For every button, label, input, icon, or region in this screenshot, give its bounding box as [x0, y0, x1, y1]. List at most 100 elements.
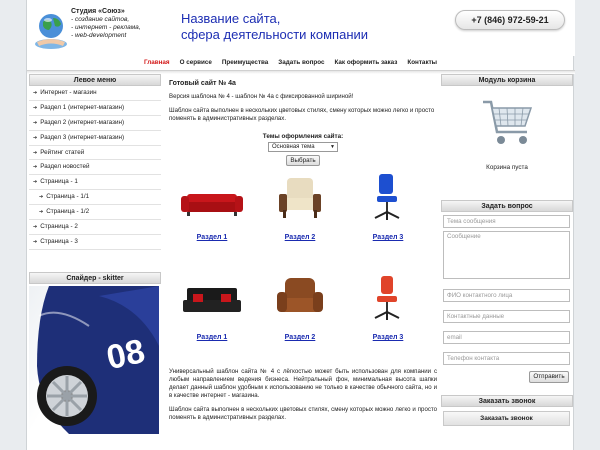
sidebar-item-label: Интернет - магазин — [40, 89, 97, 96]
cart-module: Корзина пуста — [441, 86, 573, 174]
content-title: Готовый сайт № 4а — [169, 80, 236, 87]
left-menu-title: Левое меню — [29, 74, 161, 86]
arrow-right-icon: ➔ — [33, 104, 38, 111]
sidebar-item[interactable]: ➔ Страница - 1 — [29, 175, 161, 191]
phone-number: +7 (846) 972-59-21 — [455, 10, 565, 30]
product-link[interactable]: Раздел 3 — [345, 234, 431, 241]
nav-advantages[interactable]: Преимущества — [217, 56, 273, 70]
sidebar-item[interactable]: ➔ Страница - 1/2 — [29, 205, 161, 221]
choose-theme-button[interactable]: Выбрать — [286, 155, 320, 166]
sidebar-item-label: Страница - 1/2 — [46, 208, 90, 216]
name-field[interactable]: ФИО контактного лица — [443, 289, 570, 302]
product-cell: Раздел 1 — [169, 172, 255, 241]
nav-about[interactable]: О сервисе — [175, 56, 217, 70]
arrow-right-icon: ➔ — [33, 134, 38, 141]
content-paragraph-1: Версия шаблона № 4 - шаблон № 4а с фикси… — [169, 93, 354, 100]
sidebar-item-label: Рейтинг статей — [40, 148, 85, 156]
sidebar-item[interactable]: ➔ Рейтинг статей — [29, 146, 161, 161]
cart-title: Модуль корзина — [441, 74, 573, 86]
email-field[interactable]: email — [443, 331, 570, 344]
phone-field[interactable]: Телефон контакта — [443, 352, 570, 365]
arrow-right-icon: ➔ — [39, 209, 44, 216]
nav-contacts[interactable]: Контакты — [402, 56, 442, 70]
slider-image[interactable]: 08 — [29, 285, 159, 434]
red-office-chair-icon[interactable] — [345, 272, 431, 326]
armchair-icon[interactable] — [257, 172, 343, 226]
arrow-right-icon: ➔ — [33, 179, 38, 186]
tagline-2: - интернет - реклама, — [71, 24, 141, 31]
product-cell: Раздел 1 — [169, 272, 255, 341]
theme-select[interactable]: Основная тема ▼ — [268, 142, 338, 152]
leather-armchair-icon[interactable] — [257, 272, 343, 326]
content-paragraph-4: Шаблон сайта выполнен в нескольких цвето… — [169, 406, 437, 421]
product-cell: Раздел 3 — [345, 272, 431, 341]
left-column: Левое меню ➔ Интернет - магазин ➔ Раздел 1 … — [29, 74, 161, 434]
send-button[interactable]: Отправить — [529, 371, 569, 383]
product-grid: Раздел 1 Раздел 2 Раздел 3 Раздел 1 Разд… — [169, 172, 437, 368]
main-content: Готовый сайт № 4а Версия шаблона № 4 - ш… — [169, 76, 437, 422]
arrow-right-icon: ➔ — [33, 119, 38, 126]
site-title-line-2: сфера деятельности компании — [181, 27, 369, 42]
product-link[interactable]: Раздел 1 — [169, 334, 255, 341]
red-sofa-icon[interactable] — [169, 172, 255, 226]
site-title: Название сайта, сфера деятельности компа… — [181, 11, 368, 43]
product-cell: Раздел 2 — [257, 172, 343, 241]
sidebar-item[interactable]: ➔ Раздел 1 (интернет-магазин) — [29, 101, 161, 116]
arrow-right-icon: ➔ — [33, 90, 38, 96]
svg-text:08: 08 — [103, 332, 148, 377]
arrow-right-icon: ➔ — [33, 149, 38, 156]
arrow-right-icon: ➔ — [33, 164, 38, 171]
sidebar-item-label: Раздел 2 (интернет-магазин) — [40, 118, 125, 126]
blue-office-chair-icon[interactable] — [345, 172, 431, 226]
sidebar-item-label: Страница - 3 — [40, 237, 78, 245]
arrow-right-icon: ➔ — [33, 238, 38, 245]
sidebar-item-label: Страница - 1/1 — [46, 193, 90, 201]
tagline-3: - web-development — [71, 32, 127, 39]
sidebar-item[interactable]: ➔ Страница - 3 — [29, 235, 161, 250]
product-cell: Раздел 2 — [257, 272, 343, 341]
message-field[interactable]: Сообщение — [443, 231, 570, 279]
product-link[interactable]: Раздел 2 — [257, 234, 343, 241]
product-cell: Раздел 3 — [345, 172, 431, 241]
product-link[interactable]: Раздел 3 — [345, 334, 431, 341]
right-column: Модуль корзина Корзина пуста Задать вопр… — [441, 74, 573, 426]
sidebar-item-label: Раздел 3 (интернет-магазин) — [40, 133, 125, 141]
call-title: Заказать звонок — [441, 395, 573, 407]
left-menu: ➔ Интернет - магазин ➔ Раздел 1 (интернет-м… — [29, 86, 161, 250]
arrow-right-icon: ➔ — [33, 224, 38, 231]
nav-ask-question[interactable]: Задать вопрос — [273, 56, 329, 70]
nav-home[interactable]: Главная — [139, 56, 175, 70]
theme-select-value: Основная тема — [272, 144, 315, 150]
sidebar-item[interactable]: ➔ Страница - 2 — [29, 220, 161, 235]
product-link[interactable]: Раздел 1 — [169, 234, 255, 241]
sidebar-item-label: Страница - 2 — [40, 223, 78, 231]
contacts-field[interactable]: Контактные данные — [443, 310, 570, 323]
black-sofa-icon[interactable] — [169, 272, 255, 326]
sidebar-item[interactable]: ➔ Раздел 2 (интернет-магазин) — [29, 116, 161, 131]
sidebar-item[interactable]: ➔ Интернет - магазин — [29, 86, 161, 101]
logo-text: Студия «Союз» - создание сайтов, - интер… — [71, 8, 141, 40]
logo-icon[interactable] — [33, 6, 69, 50]
content-paragraph-2: Шаблон сайта выполнен в нескольких цвето… — [169, 107, 435, 122]
site-title-line-1: Название сайта, — [181, 11, 281, 26]
chevron-down-icon: ▼ — [330, 144, 335, 150]
header: Студия «Союз» - создание сайтов, - интер… — [27, 0, 575, 56]
sidebar-item-label: Раздел 1 (интернет-магазин) — [40, 103, 125, 111]
sidebar-item-label: Раздел новостей — [40, 163, 90, 171]
tagline-1: - создание сайтов, — [71, 16, 130, 23]
call-button[interactable]: Заказать звонок — [443, 411, 570, 426]
sidebar-item-label: Страница - 1 — [40, 178, 78, 186]
sidebar-item[interactable]: ➔ Страница - 1/1 — [29, 190, 161, 206]
product-link[interactable]: Раздел 2 — [257, 334, 343, 341]
subject-field[interactable]: Тема сообщения — [443, 215, 570, 228]
content-paragraph-3: Универсальный шаблон сайта № 4 с лёгкост… — [169, 368, 437, 399]
studio-name: Студия «Союз» — [71, 8, 125, 15]
theme-switcher: Темы оформления сайта: Основная тема ▼ В… — [169, 133, 437, 166]
shopping-cart-icon[interactable] — [477, 94, 537, 154]
cart-empty-text: Корзина пуста — [486, 164, 528, 171]
arrow-right-icon: ➔ — [39, 194, 44, 201]
sidebar-item[interactable]: ➔ Раздел новостей — [29, 160, 161, 176]
nav-how-to-order[interactable]: Как оформить заказ — [330, 56, 403, 70]
sidebar-item[interactable]: ➔ Раздел 3 (интернет-магазин) — [29, 131, 161, 146]
page: Студия «Союз» - создание сайтов, - интер… — [26, 0, 575, 450]
